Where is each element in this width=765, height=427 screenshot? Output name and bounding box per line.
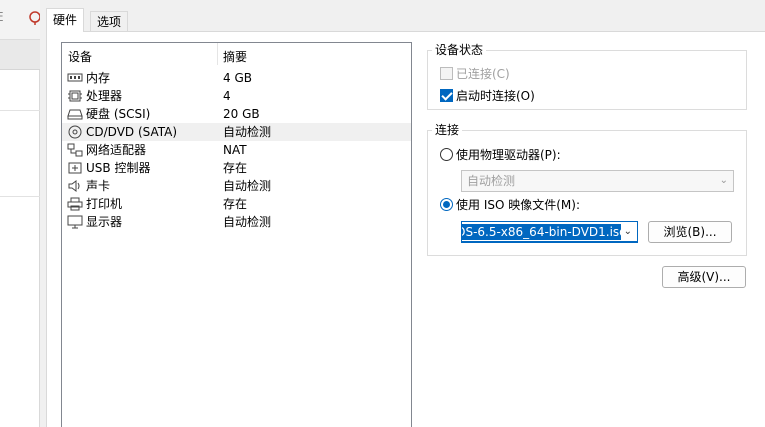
device-row-hard-disk[interactable]: 硬盘 (SCSI) 20 GB <box>62 105 411 123</box>
device-status-title: 设备状态 <box>432 43 487 57</box>
background-fragment-label: E <box>0 10 4 24</box>
iso-file-label: 使用 ISO 映像文件(M): <box>456 198 580 212</box>
background-bar <box>0 40 40 70</box>
chevron-down-icon: ⌄ <box>719 175 728 186</box>
device-row-sound[interactable]: 声卡 自动检测 <box>62 177 411 195</box>
iso-path-value[interactable]: OS-6.5-x86_64-bin-DVD1.iso <box>462 224 628 240</box>
tab-hardware-label: 硬件 <box>53 13 78 27</box>
device-name: 打印机 <box>86 197 123 211</box>
checkbox-box <box>440 67 453 80</box>
iso-path-combo[interactable]: OS-6.5-x86_64-bin-DVD1.iso ⌄ <box>461 221 638 243</box>
memory-icon <box>67 71 83 85</box>
device-row-processor[interactable]: 处理器 4 <box>62 87 411 105</box>
device-summary: 20 GB <box>223 107 260 121</box>
chevron-down-icon[interactable]: ⌄ <box>620 222 632 241</box>
browse-button[interactable]: 浏览(B)... <box>648 221 732 243</box>
device-row-printer[interactable]: 打印机 存在 <box>62 195 411 213</box>
device-list[interactable]: 设备 摘要 内存 4 GB 处理器 4 硬盘 (SCSI) 20 GB CD/D… <box>61 42 412 427</box>
column-header-device[interactable]: 设备 <box>68 43 92 65</box>
device-summary: 存在 <box>223 161 248 175</box>
device-name: 处理器 <box>86 89 123 103</box>
device-row-cd-dvd[interactable]: CD/DVD (SATA) 自动检测 <box>62 123 411 141</box>
iso-file-radio[interactable]: 使用 ISO 映像文件(M): <box>440 197 580 213</box>
device-row-usb[interactable]: USB 控制器 存在 <box>62 159 411 177</box>
physical-drive-select[interactable]: 自动检测 ⌄ <box>461 170 734 192</box>
tab-options[interactable]: 选项 <box>90 11 129 32</box>
connected-label: 已连接(C) <box>456 67 510 81</box>
background-toolbar: E <box>0 0 41 40</box>
tab-hardware[interactable]: 硬件 <box>46 8 85 32</box>
advanced-button[interactable]: 高级(V)... <box>662 266 746 288</box>
connect-at-power-on-checkbox[interactable]: 启动时连接(O) <box>440 88 535 104</box>
device-summary: 4 <box>223 89 231 103</box>
background-divider <box>0 110 40 111</box>
monitor-icon <box>67 215 83 229</box>
cpu-icon <box>67 89 83 103</box>
physical-drive-value: 自动检测 <box>467 174 516 188</box>
device-summary: NAT <box>223 143 247 157</box>
connected-checkbox[interactable]: 已连接(C) <box>440 66 510 82</box>
vm-settings-dialog: 硬件 选项 设备 摘要 内存 4 GB 处理器 4 硬盘 (SCSI) 20 G… <box>40 0 765 427</box>
device-summary: 自动检测 <box>223 215 272 229</box>
device-status-group: 设备状态 已连接(C) 启动时连接(O) <box>427 43 747 110</box>
tab-options-label: 选项 <box>97 15 122 29</box>
radio-circle <box>440 148 453 161</box>
cd-icon <box>67 125 83 139</box>
device-name: 内存 <box>86 71 111 85</box>
device-summary: 自动检测 <box>223 125 272 139</box>
device-name: 声卡 <box>86 179 111 193</box>
device-row-network[interactable]: 网络适配器 NAT <box>62 141 411 159</box>
connection-group: 连接 使用物理驱动器(P): 自动检测 ⌄ 使用 ISO 映像文件(M): OS… <box>427 123 747 256</box>
speaker-icon <box>67 179 83 193</box>
device-row-display[interactable]: 显示器 自动检测 <box>62 213 411 231</box>
network-icon <box>67 143 83 157</box>
device-row-memory[interactable]: 内存 4 GB <box>62 69 411 87</box>
background-divider <box>0 196 40 197</box>
radio-circle <box>440 198 453 211</box>
device-name: CD/DVD (SATA) <box>86 125 178 139</box>
column-header-summary[interactable]: 摘要 <box>223 43 247 65</box>
device-summary: 存在 <box>223 197 248 211</box>
physical-drive-radio[interactable]: 使用物理驱动器(P): <box>440 147 561 163</box>
checkbox-box <box>440 89 453 102</box>
connect-at-power-on-label: 启动时连接(O) <box>456 89 535 103</box>
device-summary: 自动检测 <box>223 179 272 193</box>
device-name: USB 控制器 <box>86 161 151 175</box>
disk-icon <box>67 107 83 121</box>
background-window: E <box>0 0 41 427</box>
physical-drive-label: 使用物理驱动器(P): <box>456 148 561 162</box>
device-name: 硬盘 (SCSI) <box>86 107 151 121</box>
printer-icon <box>67 197 83 211</box>
hardware-panel: 设备 摘要 内存 4 GB 处理器 4 硬盘 (SCSI) 20 GB CD/D… <box>46 31 765 427</box>
app-icon[interactable] <box>28 10 41 25</box>
device-name: 网络适配器 <box>86 143 147 157</box>
column-divider[interactable] <box>217 43 218 65</box>
device-name: 显示器 <box>86 215 123 229</box>
connection-title: 连接 <box>432 123 463 137</box>
device-summary: 4 GB <box>223 71 252 85</box>
usb-icon <box>67 161 83 175</box>
